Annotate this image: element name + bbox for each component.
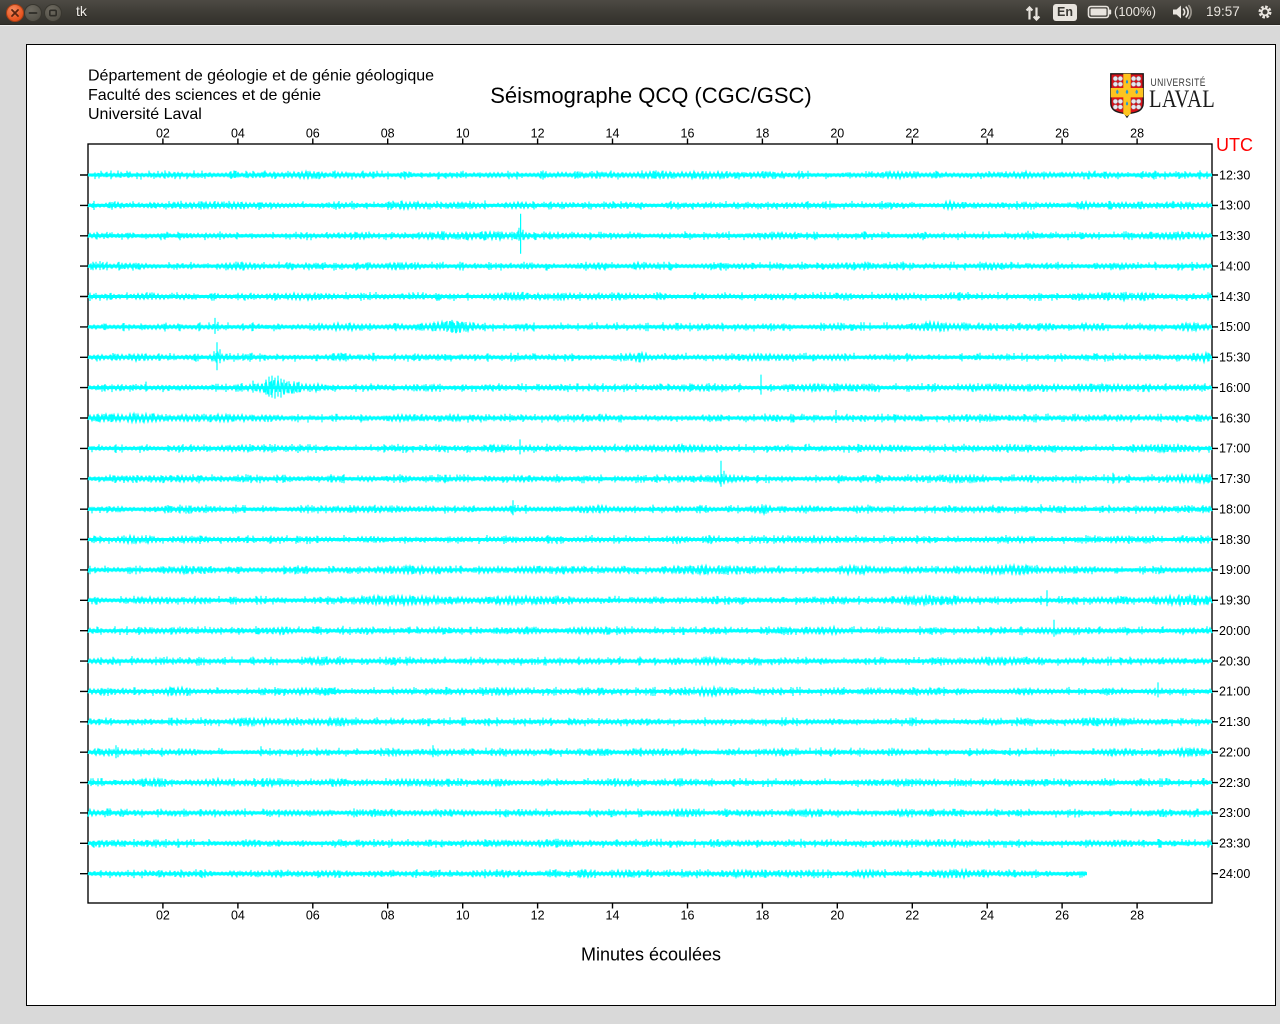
- svg-text:13:00: 13:00: [1219, 199, 1250, 213]
- svg-text:24: 24: [980, 909, 994, 923]
- svg-text:12: 12: [531, 909, 545, 923]
- svg-text:06: 06: [306, 127, 320, 141]
- svg-text:Séismographe QCQ (CGC/GSC): Séismographe QCQ (CGC/GSC): [490, 83, 812, 108]
- svg-text:04: 04: [231, 127, 245, 141]
- svg-text:21:30: 21:30: [1219, 715, 1250, 729]
- svg-text:15:30: 15:30: [1219, 351, 1250, 365]
- svg-text:23:30: 23:30: [1219, 837, 1250, 851]
- svg-text:23:00: 23:00: [1219, 806, 1250, 820]
- svg-text:18:00: 18:00: [1219, 503, 1250, 517]
- svg-text:18: 18: [755, 127, 769, 141]
- svg-text:15:00: 15:00: [1219, 320, 1250, 334]
- svg-text:16: 16: [681, 127, 695, 141]
- svg-text:10: 10: [456, 127, 470, 141]
- svg-text:Minutes écoulées: Minutes écoulées: [581, 945, 721, 965]
- svg-text:02: 02: [156, 127, 170, 141]
- svg-text:Université Laval: Université Laval: [88, 106, 202, 123]
- svg-text:20:00: 20:00: [1219, 624, 1250, 638]
- svg-text:26: 26: [1055, 909, 1069, 923]
- svg-text:18: 18: [755, 909, 769, 923]
- svg-text:21:00: 21:00: [1219, 685, 1250, 699]
- svg-text:LAVAL: LAVAL: [1149, 85, 1215, 112]
- svg-text:19:30: 19:30: [1219, 594, 1250, 608]
- svg-text:14:00: 14:00: [1219, 259, 1250, 273]
- svg-text:18:30: 18:30: [1219, 533, 1250, 547]
- svg-text:14:30: 14:30: [1219, 290, 1250, 304]
- svg-text:24:00: 24:00: [1219, 867, 1250, 881]
- svg-text:UTC: UTC: [1216, 135, 1253, 155]
- svg-text:02: 02: [156, 909, 170, 923]
- svg-text:Faculté des sciences et de gén: Faculté des sciences et de génie: [88, 87, 321, 104]
- svg-text:20:30: 20:30: [1219, 654, 1250, 668]
- svg-text:28: 28: [1130, 909, 1144, 923]
- svg-text:08: 08: [381, 909, 395, 923]
- svg-text:22:30: 22:30: [1219, 776, 1250, 790]
- svg-text:16:00: 16:00: [1219, 381, 1250, 395]
- svg-text:17:00: 17:00: [1219, 442, 1250, 456]
- svg-text:08: 08: [381, 127, 395, 141]
- svg-text:10: 10: [456, 909, 470, 923]
- svg-text:24: 24: [980, 127, 994, 141]
- svg-text:16:30: 16:30: [1219, 411, 1250, 425]
- svg-text:20: 20: [830, 909, 844, 923]
- svg-text:20: 20: [830, 127, 844, 141]
- svg-text:26: 26: [1055, 127, 1069, 141]
- svg-text:04: 04: [231, 909, 245, 923]
- svg-text:06: 06: [306, 909, 320, 923]
- svg-text:12:30: 12:30: [1219, 168, 1250, 182]
- svg-text:19:00: 19:00: [1219, 563, 1250, 577]
- svg-text:28: 28: [1130, 127, 1144, 141]
- svg-text:17:30: 17:30: [1219, 472, 1250, 486]
- svg-text:16: 16: [681, 909, 695, 923]
- svg-text:22:00: 22:00: [1219, 746, 1250, 760]
- svg-text:12: 12: [531, 127, 545, 141]
- svg-text:14: 14: [606, 909, 620, 923]
- svg-text:22: 22: [905, 909, 919, 923]
- svg-text:22: 22: [905, 127, 919, 141]
- svg-text:Département de géologie et de: Département de géologie et de génie géol…: [88, 68, 434, 85]
- svg-text:14: 14: [606, 127, 620, 141]
- svg-text:13:30: 13:30: [1219, 229, 1250, 243]
